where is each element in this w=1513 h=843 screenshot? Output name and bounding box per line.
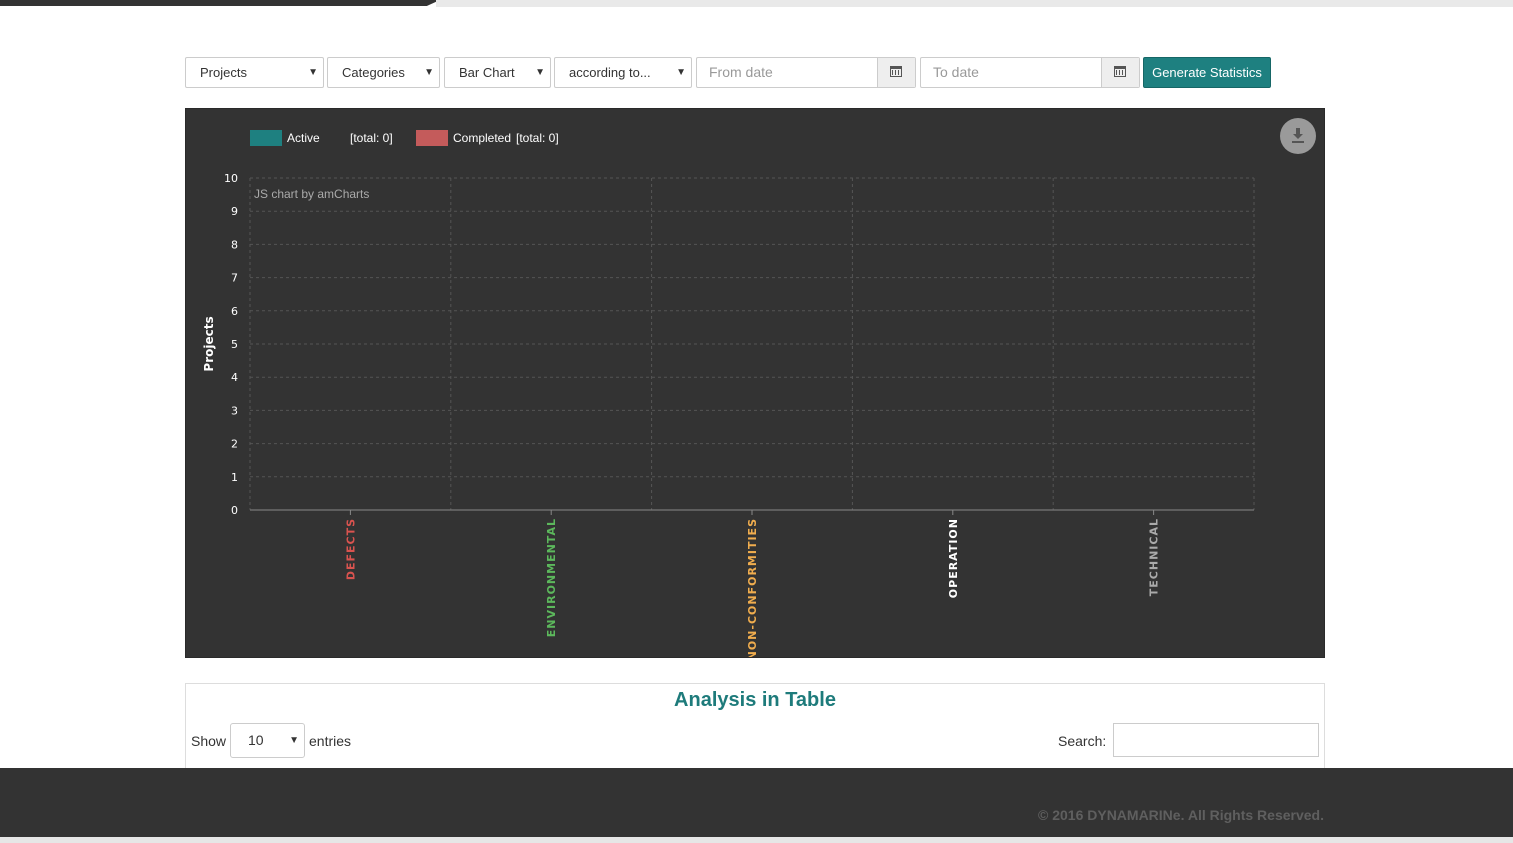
y-tick-label: 6 (231, 305, 238, 318)
x-tick-label: OPERATION (947, 518, 960, 598)
y-tick-label: 2 (231, 438, 238, 451)
x-tick-label: NON-CONFORMITIES (746, 518, 759, 657)
type-select[interactable]: Projects ▼ (185, 57, 324, 88)
search-label: Search: (1058, 733, 1107, 749)
x-tick-label: ENVIRONMENTAL (545, 518, 558, 637)
footer-copyright: © 2016 DYNAMARINe. All Rights Reserved. (1038, 807, 1324, 823)
to-date-field[interactable]: To date (920, 57, 1140, 88)
entries-length-select[interactable]: 10 ▼ (230, 723, 305, 758)
footer: © 2016 DYNAMARINe. All Rights Reserved. (0, 768, 1513, 837)
y-tick-label: 8 (231, 238, 238, 251)
entries-label: entries (309, 733, 352, 749)
y-tick-label: 0 (231, 504, 238, 517)
show-label: Show (191, 733, 227, 749)
from-date-placeholder: From date (709, 64, 773, 80)
calendar-icon (890, 66, 902, 77)
chevron-down-icon: ▼ (676, 67, 686, 78)
x-tick-label: DEFECTS (344, 518, 357, 580)
y-tick-label: 1 (231, 471, 238, 484)
chevron-down-icon: ▼ (308, 67, 318, 78)
x-tick-label: TECHNICAL (1148, 518, 1161, 596)
top-accent-bar (0, 0, 440, 6)
generate-statistics-button[interactable]: Generate Statistics (1143, 57, 1271, 88)
calendar-icon (1114, 66, 1126, 77)
chart-panel: Active [total: 0] Completed [total: 0] J… (185, 108, 1325, 658)
group-select[interactable]: Categories ▼ (327, 57, 440, 88)
from-date-field[interactable]: From date (696, 57, 916, 88)
chart-type-select-value: Bar Chart (459, 65, 515, 80)
from-date-calendar-button[interactable] (877, 58, 915, 87)
y-tick-label: 10 (224, 172, 238, 185)
table-title: Analysis in Table (674, 689, 836, 711)
y-tick-label: 3 (231, 404, 238, 417)
chart-type-select[interactable]: Bar Chart ▼ (444, 57, 551, 88)
bar-chart: 0 1 2 3 4 5 6 7 8 9 10 DEFECTS ENVIRONMENTAL NON-CONF… (202, 172, 1255, 657)
table-search-input[interactable] (1113, 723, 1319, 757)
to-date-placeholder: To date (933, 64, 979, 80)
y-tick-label: 5 (231, 338, 238, 351)
to-date-calendar-button[interactable] (1101, 58, 1139, 87)
according-select-value: according to... (569, 65, 651, 80)
y-axis-title: Projects (202, 316, 216, 371)
group-select-value: Categories (342, 65, 405, 80)
bottom-strip (0, 837, 1513, 843)
y-tick-label: 9 (231, 205, 238, 218)
y-tick-label: 4 (231, 371, 238, 384)
y-tick-label: 7 (231, 272, 238, 285)
according-select[interactable]: according to... ▼ (554, 57, 692, 88)
top-bar (436, 0, 1513, 7)
type-select-value: Projects (200, 65, 247, 80)
entries-length-value: 10 (248, 732, 264, 748)
chevron-down-icon: ▼ (289, 735, 299, 746)
chevron-down-icon: ▼ (424, 67, 434, 78)
chevron-down-icon: ▼ (535, 67, 545, 78)
